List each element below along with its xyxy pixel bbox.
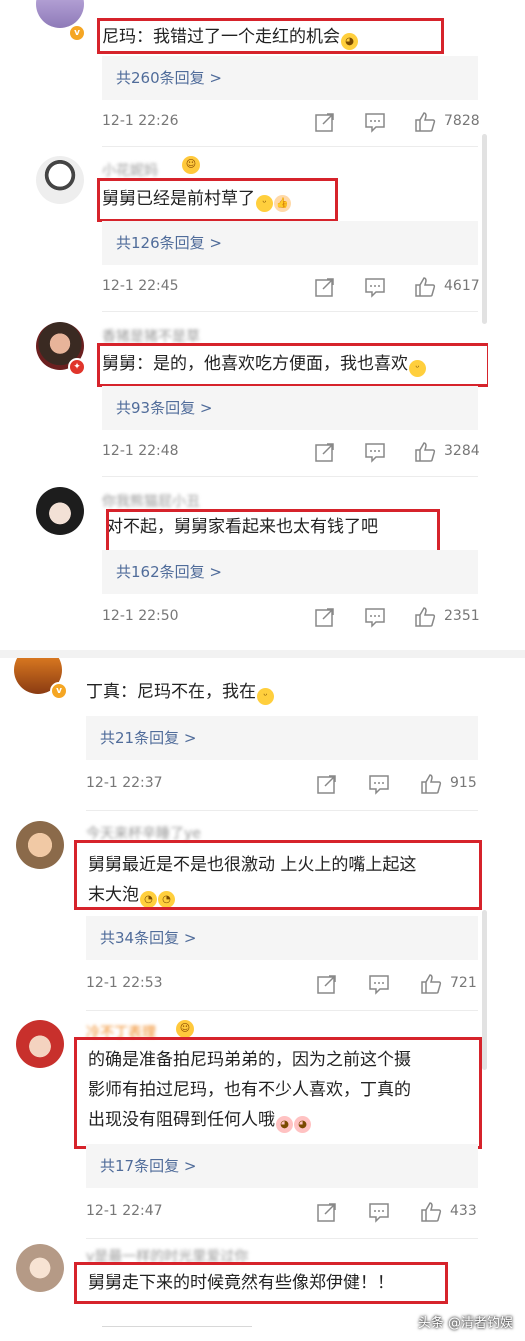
comment-meta: 12-1 22:37 915	[86, 773, 478, 797]
divider	[102, 1326, 252, 1327]
comment-icon[interactable]	[368, 1201, 390, 1223]
highlight-box	[97, 178, 338, 222]
comment-time: 12-1 22:26	[102, 113, 179, 129]
watermark: 头条 @清者钓娱	[417, 1316, 513, 1331]
comment-meta: 12-1 22:48 3284	[102, 441, 480, 465]
comment-icon[interactable]	[364, 276, 386, 298]
comment-meta: 12-1 22:26 7828	[102, 111, 480, 135]
divider	[86, 1238, 478, 1239]
comment-list-panel-2: v 丁真：尼玛不在，我在 ᵕ 共21条回复 > 12-1 22:37 915 今天…	[10, 658, 488, 1341]
avatar[interactable]	[16, 1244, 64, 1292]
view-replies-button[interactable]: 共34条回复 >	[86, 916, 478, 960]
comment-meta: 12-1 22:53 721	[86, 973, 478, 997]
like-count: 915	[450, 775, 477, 791]
like-icon[interactable]	[414, 606, 436, 628]
share-icon[interactable]	[316, 773, 338, 795]
comment-time: 12-1 22:45	[102, 278, 179, 294]
divider	[86, 1010, 478, 1011]
user-badge-icon: ☺	[176, 1020, 194, 1038]
view-replies-button[interactable]: 共126条回复 >	[102, 221, 478, 265]
comment-time: 12-1 22:37	[86, 775, 163, 791]
highlight-box	[74, 1037, 482, 1149]
comment-icon[interactable]	[364, 111, 386, 133]
like-icon[interactable]	[414, 276, 436, 298]
comment-meta: 12-1 22:47 433	[86, 1201, 478, 1225]
divider	[102, 311, 478, 312]
share-icon[interactable]	[314, 606, 336, 628]
comment-time: 12-1 22:53	[86, 975, 163, 991]
comment-icon[interactable]	[364, 441, 386, 463]
like-icon[interactable]	[414, 441, 436, 463]
view-replies-button[interactable]: 共21条回复 >	[86, 716, 478, 760]
comment-time: 12-1 22:50	[102, 608, 179, 624]
highlight-box	[74, 1262, 448, 1304]
like-count: 3284	[444, 443, 480, 459]
like-count: 721	[450, 975, 477, 991]
share-icon[interactable]	[314, 441, 336, 463]
comment-list-panel-1: v 尼玛：我错过了一个走红的机会 ◕ 共260条回复 > 12-1 22:26 7…	[10, 0, 488, 650]
avatar[interactable]	[36, 156, 84, 204]
divider	[86, 810, 478, 811]
comment-icon[interactable]	[368, 973, 390, 995]
avatar[interactable]	[16, 821, 64, 869]
grin-emoji-icon: ᵕ	[257, 688, 274, 705]
view-replies-button[interactable]: 共260条回复 >	[102, 56, 478, 100]
panel-separator	[0, 650, 525, 658]
divider	[102, 476, 478, 477]
share-icon[interactable]	[316, 1201, 338, 1223]
highlight-box	[97, 343, 488, 387]
share-icon[interactable]	[314, 276, 336, 298]
highlight-box	[97, 18, 444, 54]
like-count: 7828	[444, 113, 480, 129]
view-replies-button[interactable]: 共162条回复 >	[102, 550, 478, 594]
comment-content: 丁真：尼玛不在，我在 ᵕ	[86, 677, 274, 707]
share-icon[interactable]	[316, 973, 338, 995]
like-count: 4617	[444, 278, 480, 294]
like-icon[interactable]	[420, 973, 442, 995]
share-icon[interactable]	[314, 111, 336, 133]
view-replies-button[interactable]: 共17条回复 >	[86, 1144, 478, 1188]
scrollbar[interactable]	[482, 134, 487, 324]
like-count: 2351	[444, 608, 480, 624]
verified-badge-icon: v	[50, 682, 68, 700]
like-icon[interactable]	[420, 773, 442, 795]
comment-meta: 12-1 22:45 4617	[102, 276, 480, 300]
username[interactable]: 你我熊猫屁小丑	[102, 491, 200, 511]
like-icon[interactable]	[420, 1201, 442, 1223]
view-replies-button[interactable]: 共93条回复 >	[102, 386, 478, 430]
comment-meta: 12-1 22:50 2351	[102, 606, 480, 630]
user-badge-icon: ☺	[182, 156, 200, 174]
verified-badge-icon: ✦	[68, 358, 86, 376]
comment-time: 12-1 22:48	[102, 443, 179, 459]
comment-icon[interactable]	[364, 606, 386, 628]
like-icon[interactable]	[414, 111, 436, 133]
comment-icon[interactable]	[368, 773, 390, 795]
username[interactable]: 小花妮妈	[102, 160, 158, 180]
comment-time: 12-1 22:47	[86, 1203, 163, 1219]
avatar[interactable]	[16, 1020, 64, 1068]
like-count: 433	[450, 1203, 477, 1219]
divider	[102, 146, 478, 147]
avatar[interactable]	[36, 487, 84, 535]
scrollbar[interactable]	[482, 910, 487, 1070]
highlight-box	[74, 840, 482, 910]
verified-badge-icon: v	[68, 24, 86, 42]
